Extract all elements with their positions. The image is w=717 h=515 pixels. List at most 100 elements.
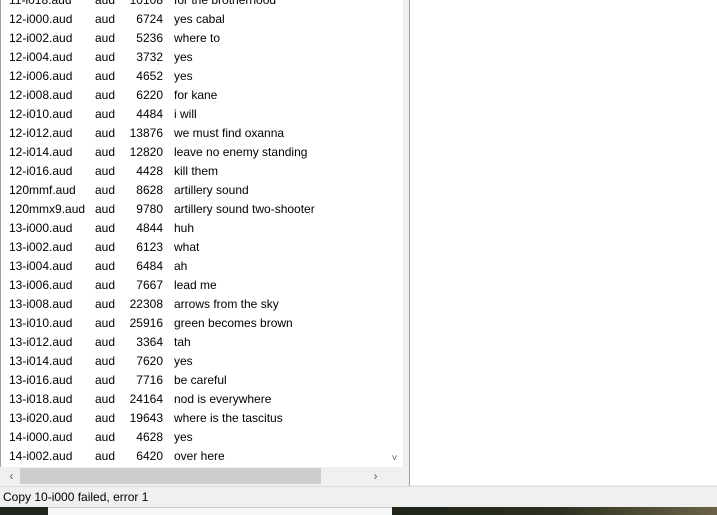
desktop-background bbox=[0, 507, 48, 515]
file-size: 25916 bbox=[129, 316, 163, 330]
file-row[interactable]: 12-i008.aud aud 6220 for kane bbox=[1, 86, 387, 105]
file-desc: for the brotherhood bbox=[174, 0, 277, 7]
file-size: 6484 bbox=[136, 259, 163, 273]
file-row[interactable]: 14-i000.aud aud 4628 yes bbox=[1, 428, 387, 447]
file-row[interactable]: 12-i004.aud aud 3732 yes bbox=[1, 48, 387, 67]
file-type: aud bbox=[95, 69, 116, 83]
file-name: 13-i016.aud bbox=[9, 373, 73, 387]
file-row[interactable]: 120mmf.aud aud 8628 artillery sound bbox=[1, 181, 387, 200]
file-type: aud bbox=[95, 12, 116, 26]
file-row[interactable]: 13-i020.aud aud 19643 where is the tascitus bbox=[1, 409, 387, 428]
file-desc: what bbox=[174, 240, 200, 254]
file-row[interactable]: 12-i010.aud aud 4484 i will bbox=[1, 105, 387, 124]
file-row[interactable]: 12-i012.aud aud 13876 we must find oxanna bbox=[1, 124, 387, 143]
file-size: 4844 bbox=[136, 221, 163, 235]
file-name: 12-i016.aud bbox=[9, 164, 73, 178]
file-row[interactable]: 120mmx9.aud aud 9780 artillery sound two-sh… bbox=[1, 200, 387, 219]
file-name: 12-i006.aud bbox=[9, 69, 73, 83]
file-desc: yes bbox=[174, 50, 193, 64]
file-name: 14-i000.aud bbox=[9, 430, 73, 444]
file-type: aud bbox=[95, 88, 116, 102]
file-name: 13-i020.aud bbox=[9, 411, 73, 425]
file-size: 7620 bbox=[136, 354, 163, 368]
file-type: aud bbox=[95, 0, 116, 7]
scroll-right-icon[interactable]: › bbox=[367, 467, 384, 485]
file-type: aud bbox=[95, 50, 116, 64]
scroll-left-icon[interactable]: ‹ bbox=[3, 467, 20, 485]
scroll-down-icon[interactable]: ˅ bbox=[386, 450, 403, 467]
file-size: 4652 bbox=[136, 69, 163, 83]
file-name: 13-i010.aud bbox=[9, 316, 73, 330]
file-row[interactable]: 12-i002.aud aud 5236 where to bbox=[1, 29, 387, 48]
file-name: 13-i018.aud bbox=[9, 392, 73, 406]
file-row[interactable]: 13-i016.aud aud 7716 be careful bbox=[1, 371, 387, 390]
file-size: 10108 bbox=[129, 0, 163, 7]
file-name: 120mmx9.aud bbox=[9, 202, 86, 216]
file-row[interactable]: 13-i006.aud aud 7667 lead me bbox=[1, 276, 387, 295]
file-desc: yes cabal bbox=[174, 12, 225, 26]
file-desc: yes bbox=[174, 354, 193, 368]
file-row[interactable]: 12-i000.aud aud 6724 yes cabal bbox=[1, 10, 387, 29]
file-type: aud bbox=[95, 430, 116, 444]
file-type: aud bbox=[95, 107, 116, 121]
file-type: aud bbox=[95, 316, 116, 330]
file-row[interactable]: 12-i016.aud aud 4428 kill them bbox=[1, 162, 387, 181]
file-size: 24164 bbox=[129, 392, 163, 406]
file-list[interactable]: 11-i018.aud aud 10108 for the brotherhood 12… bbox=[0, 0, 387, 467]
file-name: 11-i018.aud bbox=[9, 0, 72, 7]
file-desc: artillery sound bbox=[174, 183, 249, 197]
file-size: 8628 bbox=[136, 183, 163, 197]
file-size: 4428 bbox=[136, 164, 163, 178]
background-window bbox=[48, 507, 392, 515]
file-name: 12-i002.aud bbox=[9, 31, 73, 45]
file-row[interactable]: 14-i002.aud aud 6420 over here bbox=[1, 447, 387, 466]
file-desc: arrows from the sky bbox=[174, 297, 279, 311]
file-row[interactable]: 12-i006.aud aud 4652 yes bbox=[1, 67, 387, 86]
file-row[interactable]: 13-i018.aud aud 24164 nod is everywhere bbox=[1, 390, 387, 409]
file-size: 7716 bbox=[136, 373, 163, 387]
file-name: 13-i002.aud bbox=[9, 240, 73, 254]
file-row[interactable]: 13-i004.aud aud 6484 ah bbox=[1, 257, 387, 276]
file-type: aud bbox=[95, 278, 116, 292]
file-name: 13-i006.aud bbox=[9, 278, 73, 292]
file-row[interactable]: 12-i014.aud aud 12820 leave no enemy standi… bbox=[1, 143, 387, 162]
file-row[interactable]: 11-i018.aud aud 10108 for the brotherhood bbox=[1, 0, 387, 10]
file-size: 6420 bbox=[136, 449, 163, 463]
file-desc: yes bbox=[174, 430, 193, 444]
file-desc: for kane bbox=[174, 88, 218, 102]
vertical-scrollbar[interactable] bbox=[386, 0, 403, 467]
file-name: 13-i008.aud bbox=[9, 297, 73, 311]
pane-splitter[interactable] bbox=[403, 0, 410, 486]
file-desc: artillery sound two-shooter bbox=[174, 202, 315, 216]
file-type: aud bbox=[95, 392, 116, 406]
file-desc: where to bbox=[174, 31, 221, 45]
file-desc: kill them bbox=[174, 164, 219, 178]
file-row[interactable]: 13-i010.aud aud 25916 green becomes brown bbox=[1, 314, 387, 333]
file-name: 12-i012.aud bbox=[9, 126, 73, 140]
file-size: 3732 bbox=[136, 50, 163, 64]
file-desc: lead me bbox=[174, 278, 217, 292]
file-name: 12-i000.aud bbox=[9, 12, 73, 26]
horizontal-scrollbar[interactable]: ‹ › bbox=[1, 467, 386, 485]
file-desc: nod is everywhere bbox=[174, 392, 272, 406]
file-type: aud bbox=[95, 335, 116, 349]
file-desc: over here bbox=[174, 449, 225, 463]
file-type: aud bbox=[95, 411, 116, 425]
file-size: 4484 bbox=[136, 107, 163, 121]
horizontal-scroll-thumb[interactable] bbox=[20, 468, 321, 484]
file-row[interactable]: 13-i014.aud aud 7620 yes bbox=[1, 352, 387, 371]
file-desc: be careful bbox=[174, 373, 227, 387]
preview-pane bbox=[410, 0, 717, 485]
file-desc: tah bbox=[174, 335, 191, 349]
file-name: 12-i008.aud bbox=[9, 88, 73, 102]
file-name: 13-i000.aud bbox=[9, 221, 73, 235]
file-desc: where is the tascitus bbox=[174, 411, 283, 425]
file-row[interactable]: 13-i000.aud aud 4844 huh bbox=[1, 219, 387, 238]
file-row[interactable]: 13-i008.aud aud 22308 arrows from the sky bbox=[1, 295, 387, 314]
file-type: aud bbox=[95, 126, 116, 140]
file-row[interactable]: 13-i012.aud aud 3364 tah bbox=[1, 333, 387, 352]
file-size: 6724 bbox=[136, 12, 163, 26]
file-type: aud bbox=[95, 31, 116, 45]
file-row[interactable]: 13-i002.aud aud 6123 what bbox=[1, 238, 387, 257]
scrollbar-corner bbox=[386, 467, 403, 485]
